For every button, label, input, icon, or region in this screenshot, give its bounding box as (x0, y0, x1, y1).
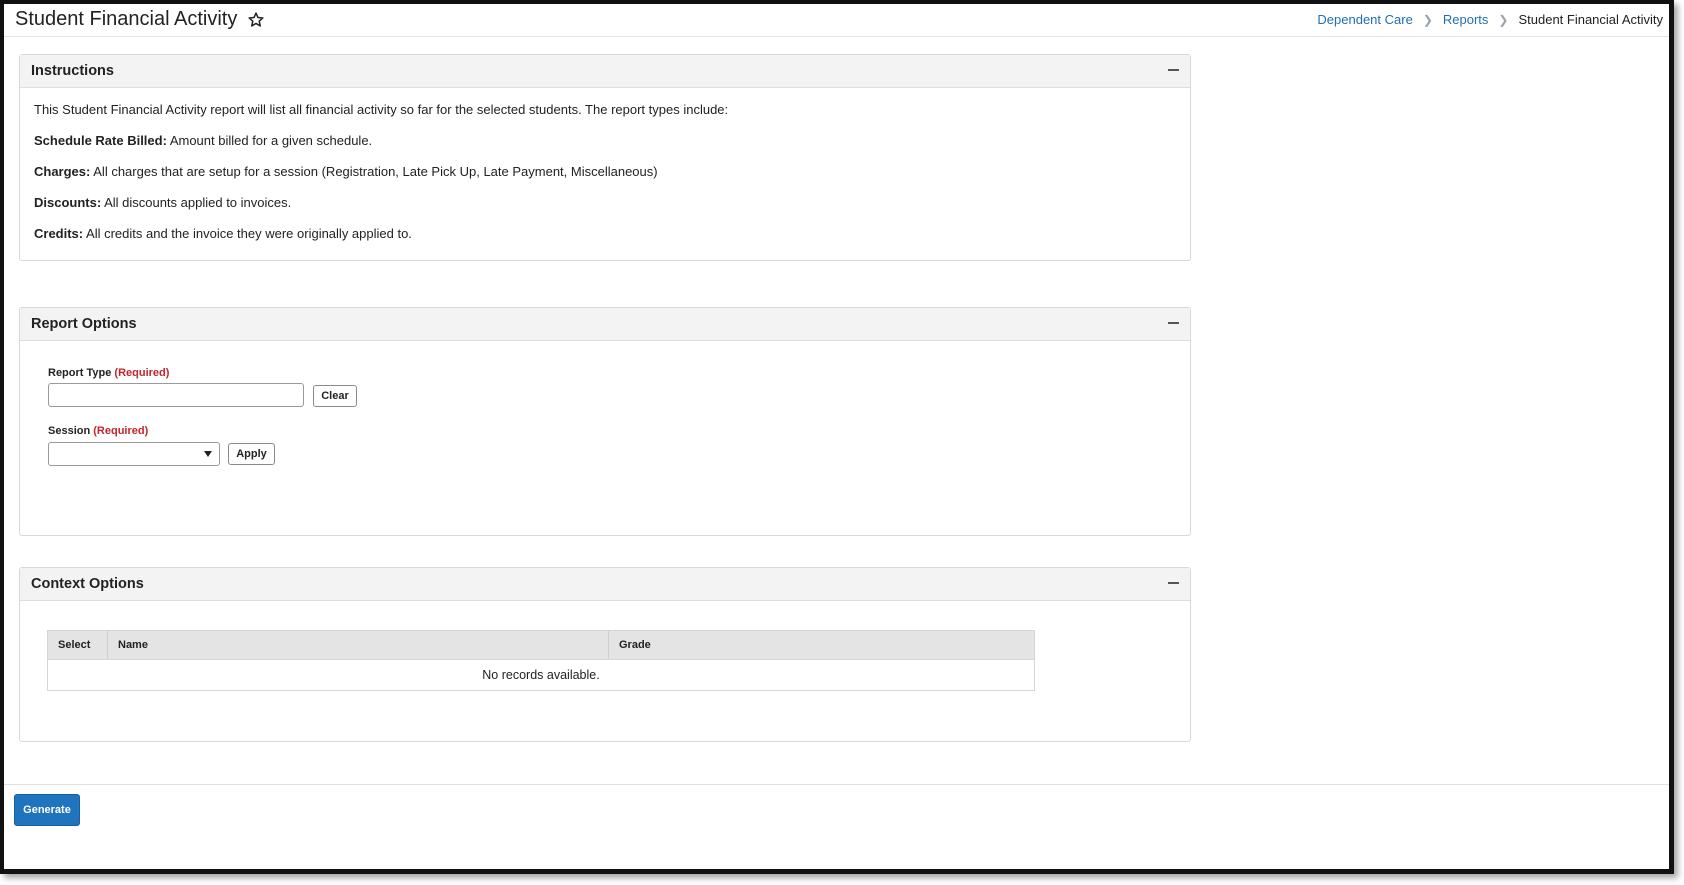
minus-icon (1168, 322, 1179, 324)
chevron-right-icon: ❯ (1422, 12, 1433, 27)
page-header: Student Financial Activity Dependent Car… (4, 4, 1669, 37)
generate-button[interactable]: Generate (14, 794, 80, 826)
instructions-panel-header: Instructions (20, 55, 1190, 88)
page-footer: Generate (4, 784, 1669, 869)
instructions-term: Credits: (34, 226, 84, 241)
breadcrumb: Dependent Care ❯ Reports ❯ Student Finan… (1317, 12, 1663, 27)
breadcrumb-current: Student Financial Activity (1518, 12, 1663, 27)
breadcrumb-dependent-care[interactable]: Dependent Care (1317, 12, 1412, 27)
instructions-text: Amount billed for a given schedule. (166, 133, 373, 148)
minus-icon (1168, 582, 1179, 584)
column-header-grade[interactable]: Grade (609, 631, 1034, 659)
report-options-panel-header: Report Options (20, 308, 1190, 341)
clear-button[interactable]: Clear (313, 385, 357, 407)
column-header-name[interactable]: Name (108, 631, 609, 659)
report-type-input[interactable] (48, 383, 304, 407)
session-label: Session (Required) (48, 425, 148, 437)
instructions-item: Discounts: All discounts applied to invo… (34, 195, 1190, 210)
instructions-item: Charges: All charges that are setup for … (34, 164, 1190, 179)
chevron-right-icon: ❯ (1498, 12, 1509, 27)
app-window: Student Financial Activity Dependent Car… (0, 0, 1674, 874)
instructions-text: All charges that are setup for a session… (90, 164, 658, 179)
context-options-collapse-button[interactable] (1162, 574, 1186, 594)
instructions-item: Credits: All credits and the invoice the… (34, 226, 1190, 241)
apply-button[interactable]: Apply (228, 443, 275, 465)
instructions-title: Instructions (31, 63, 114, 79)
minus-icon (1168, 69, 1179, 71)
instructions-term: Discounts: (34, 195, 102, 210)
report-options-collapse-button[interactable] (1162, 314, 1186, 334)
context-options-title: Context Options (31, 576, 144, 592)
instructions-body: This Student Financial Activity report w… (20, 88, 1190, 241)
breadcrumb-reports[interactable]: Reports (1443, 12, 1489, 27)
instructions-text: All discounts applied to invoices. (101, 195, 292, 210)
session-label-text: Session (48, 425, 91, 437)
report-type-label: Report Type (Required) (48, 367, 169, 379)
column-header-select[interactable]: Select (48, 631, 108, 659)
session-select[interactable] (48, 442, 220, 466)
instructions-panel: Instructions This Student Financial Acti… (19, 54, 1191, 261)
context-table-header: Select Name Grade (48, 631, 1034, 660)
instructions-text: All credits and the invoice they were or… (83, 226, 412, 241)
instructions-item: Schedule Rate Billed: Amount billed for … (34, 133, 1190, 148)
report-options-panel: Report Options Report Type (Required) Cl… (19, 307, 1191, 536)
caret-down-icon (204, 451, 212, 457)
report-type-label-text: Report Type (48, 367, 112, 379)
context-table: Select Name Grade No records available. (47, 630, 1035, 691)
empty-records-message: No records available. (482, 668, 600, 682)
required-indicator: (Required) (93, 425, 149, 437)
instructions-term: Schedule Rate Billed: (34, 133, 167, 148)
context-options-panel-header: Context Options (20, 568, 1190, 601)
favorite-star-icon[interactable] (247, 11, 265, 29)
instructions-intro: This Student Financial Activity report w… (34, 102, 729, 117)
instructions-term: Charges: (34, 164, 91, 179)
instructions-collapse-button[interactable] (1162, 61, 1186, 81)
page-title: Student Financial Activity (15, 8, 238, 30)
page-title-group: Student Financial Activity (15, 8, 265, 31)
required-indicator: (Required) (114, 367, 170, 379)
report-options-title: Report Options (31, 316, 137, 332)
context-options-panel: Context Options Select Name Grade No rec… (19, 567, 1191, 742)
